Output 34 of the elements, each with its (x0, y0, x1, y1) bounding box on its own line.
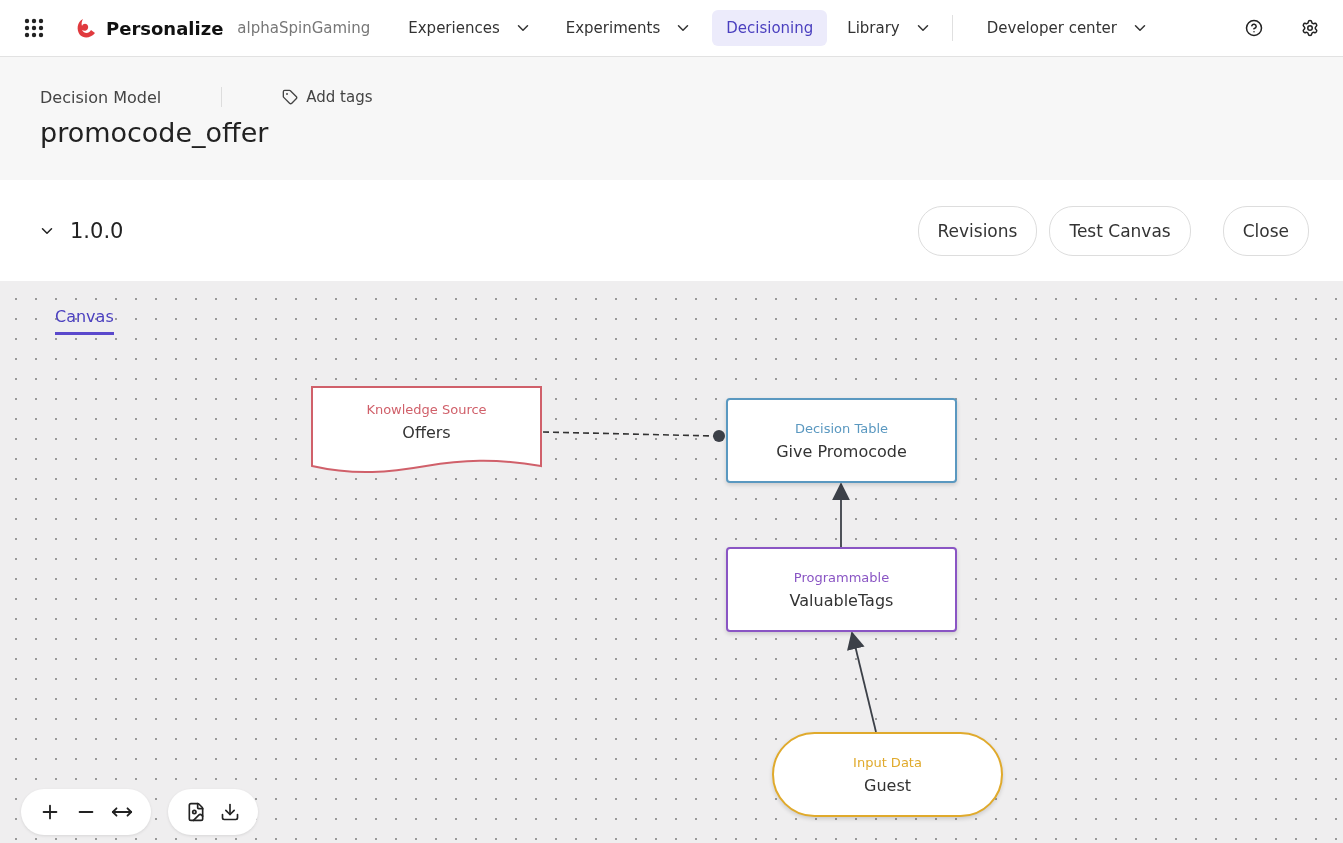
node-name: ValuableTags (789, 590, 894, 610)
nav-tab[interactable]: Library (833, 10, 946, 46)
settings-icon[interactable] (1301, 19, 1319, 37)
nav-tab[interactable]: Experiences (394, 10, 546, 46)
diagram-node[interactable]: Decision Table Give Promocode (726, 398, 957, 483)
workspace-name: alphaSpinGaming (237, 19, 371, 37)
arrow-connector (832, 482, 850, 548)
toolbar-button[interactable]: Revisions (917, 205, 1038, 256)
nav-tab[interactable]: Decisioning (712, 10, 828, 46)
node-name: Offers (402, 422, 451, 442)
download-icon[interactable] (220, 802, 240, 822)
add-tags-button[interactable]: Add tags (282, 88, 373, 106)
help-icon[interactable] (1245, 19, 1263, 37)
toolbar-button[interactable]: Close (1222, 205, 1309, 256)
knowledge-source-node[interactable]: Knowledge Source Offers (311, 386, 542, 471)
app-grid-icon[interactable] (24, 18, 44, 38)
node-name: Guest (864, 775, 911, 795)
node-type: Input Data (853, 754, 922, 770)
diagram-node[interactable]: Input Data Guest (772, 732, 1003, 817)
nav-tab[interactable]: Developer center (972, 10, 1163, 46)
canvas-tab[interactable]: Canvas (55, 307, 114, 335)
diagram-node[interactable]: Programmable ValuableTags (726, 547, 957, 632)
node-type: Programmable (793, 569, 890, 585)
nav-tab[interactable]: Experiments (551, 10, 707, 46)
node-type: Decision Table (794, 420, 889, 436)
image-file-icon[interactable] (186, 802, 206, 822)
toolbar-button[interactable]: Test Canvas (1049, 205, 1191, 256)
version-label: 1.0.0 (70, 218, 125, 243)
tag-icon (282, 89, 299, 105)
model-name: promocode_offer (40, 117, 270, 148)
product-name: Personalize (106, 17, 224, 39)
model-type: Decision Model (40, 87, 162, 107)
node-name: Give Promocode (776, 441, 907, 461)
node-type: Knowledge Source (366, 401, 487, 417)
